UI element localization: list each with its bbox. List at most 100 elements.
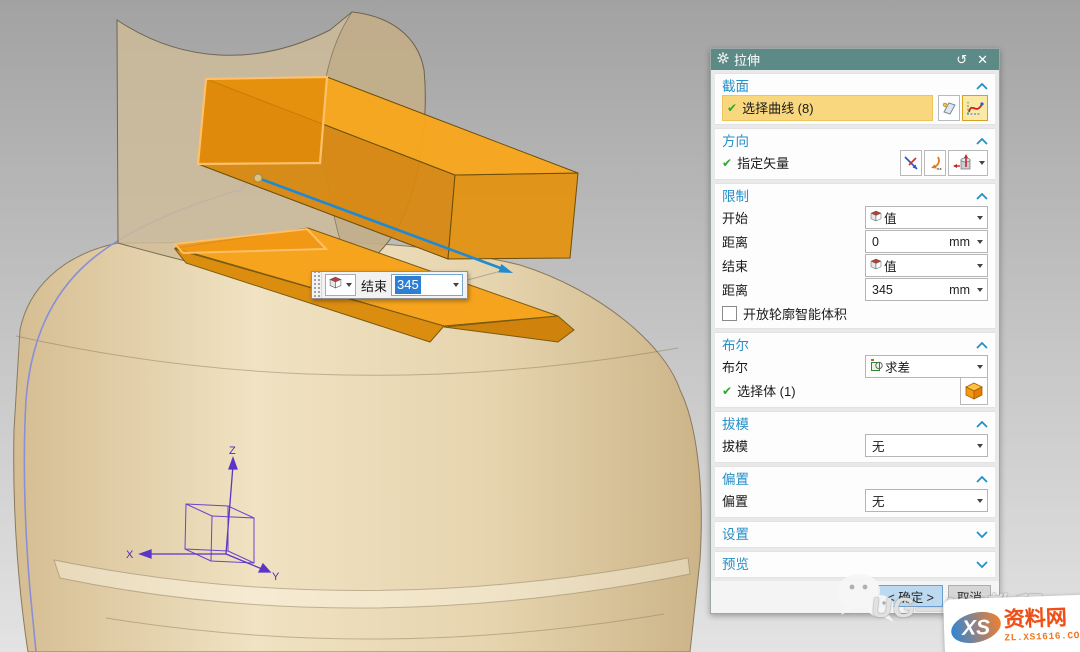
draft-label: 拔模 <box>722 436 865 455</box>
collapse-chevron-up-icon[interactable] <box>976 78 988 93</box>
end-mode-dropdown[interactable]: 值 <box>865 254 988 277</box>
start-mode-value: 值 <box>884 208 897 227</box>
drag-handle[interactable] <box>312 272 322 298</box>
section-group-title: 截面 <box>722 75 976 95</box>
chevron-down-icon <box>977 444 983 448</box>
chevron-down-icon <box>346 283 352 287</box>
offset-mode-dropdown[interactable]: 无 <box>865 489 988 512</box>
chevron-down-icon <box>977 499 983 503</box>
vector-dialog-button[interactable] <box>924 150 946 176</box>
xs-logo-icon: XS <box>947 605 1005 651</box>
axis-label-x: X <box>126 549 134 561</box>
end-distance-field[interactable]: 345 mm <box>865 278 988 301</box>
offset-value: 无 <box>872 491 885 510</box>
open-profile-checkbox[interactable] <box>722 306 737 321</box>
nx-application-window: Z X Y 结束 345 <box>0 0 1080 652</box>
open-profile-label: 开放轮廓智能体积 <box>743 304 847 323</box>
vector-origin-handle[interactable] <box>254 174 262 182</box>
collapse-chevron-down-icon[interactable] <box>976 556 988 571</box>
draft-mode-dropdown[interactable]: 无 <box>865 434 988 457</box>
reset-icon[interactable]: ↺ <box>951 49 972 70</box>
end-distance-label: 距离 <box>722 280 865 299</box>
offset-label: 偏置 <box>722 491 865 510</box>
check-icon: ✔ <box>727 101 737 115</box>
inferred-vector-button[interactable] <box>900 150 922 176</box>
chevron-down-icon <box>979 161 985 165</box>
curve-icon <box>965 98 985 118</box>
start-distance-input[interactable]: 0 mm <box>865 230 988 253</box>
limits-group-title: 限制 <box>722 185 976 205</box>
chevron-down-icon <box>977 216 983 220</box>
site-url: ZL.XS1616.COM <box>1004 631 1080 643</box>
collapse-chevron-up-icon[interactable] <box>976 337 988 352</box>
select-curve-row[interactable]: ✔ 选择曲线 (8) <box>722 95 933 121</box>
curve-select-button[interactable] <box>962 95 988 121</box>
specify-vector-label: 指定矢量 <box>737 153 898 172</box>
cube-value-icon <box>870 210 882 225</box>
end-distance-value: 345 <box>872 283 893 297</box>
section-group: 截面 ✔ 选择曲线 (8) <box>715 73 995 125</box>
float-bar-label: 结束 <box>361 276 387 295</box>
xs-logo-text: XS <box>961 616 991 640</box>
draft-value: 无 <box>872 436 885 455</box>
chevron-down-icon[interactable] <box>977 240 983 244</box>
offset-group-title: 偏置 <box>722 468 976 488</box>
settings-group: 设置 <box>715 521 995 548</box>
end-distance-unit: mm <box>949 283 970 297</box>
start-label: 开始 <box>722 208 865 227</box>
dialog-titlebar[interactable]: 拉伸 ↺ ✕ <box>711 49 999 70</box>
direction-group: 方向 ✔ 指定矢量 <box>715 128 995 180</box>
vector-constructor-icon <box>951 153 975 173</box>
end-distance-input[interactable]: 345 <box>391 274 463 296</box>
select-body-button[interactable] <box>960 377 988 405</box>
extrude-dialog: 拉伸 ↺ ✕ 截面 ✔ 选择曲线 (8) <box>710 48 1000 614</box>
draft-group-title: 拔模 <box>722 413 976 433</box>
collapse-chevron-up-icon[interactable] <box>976 133 988 148</box>
dialog-body: 截面 ✔ 选择曲线 (8) <box>711 70 999 578</box>
collapse-chevron-up-icon[interactable] <box>976 416 988 431</box>
sketch-icon <box>941 100 957 116</box>
direction-group-title: 方向 <box>722 130 976 150</box>
start-distance-unit: mm <box>949 235 970 249</box>
start-distance-label: 距离 <box>722 232 865 251</box>
site-logo-card: XS 资料网 ZL.XS1616.COM <box>943 594 1080 652</box>
subtract-icon <box>870 359 883 375</box>
vector-constructor-button[interactable] <box>948 150 988 176</box>
section-sketch-highlight[interactable] <box>198 77 327 164</box>
orange-cube-icon <box>964 381 984 401</box>
chevron-down-icon <box>977 365 983 369</box>
cube-value-icon <box>329 276 342 294</box>
cube-value-icon <box>870 258 882 273</box>
collapse-chevron-up-icon[interactable] <box>976 471 988 486</box>
boolean-label: 布尔 <box>722 357 865 376</box>
gear-icon <box>717 52 729 67</box>
settings-group-title: 设置 <box>722 523 976 543</box>
boolean-mode-dropdown[interactable]: 求差 <box>865 355 988 378</box>
chevron-down-icon[interactable] <box>453 283 459 287</box>
onscreen-input-bar: 结束 345 <box>311 271 468 299</box>
start-mode-dropdown[interactable]: 值 <box>865 206 988 229</box>
axis-label-z: Z <box>229 445 236 457</box>
collapse-chevron-up-icon[interactable] <box>976 188 988 203</box>
chevron-down-icon[interactable] <box>977 288 983 292</box>
end-mode-value: 值 <box>884 256 897 275</box>
selected-input-text: 345 <box>395 276 421 294</box>
select-curve-label: 选择曲线 (8) <box>742 98 814 117</box>
vector-dialog-icon <box>927 155 943 171</box>
boolean-group: 布尔 布尔 求 <box>715 332 995 408</box>
end-label: 结束 <box>722 256 865 275</box>
boolean-value: 求差 <box>885 357 910 376</box>
select-body-label: 选择体 (1) <box>737 381 958 400</box>
check-icon: ✔ <box>722 384 732 398</box>
collapse-chevron-down-icon[interactable] <box>976 526 988 541</box>
draft-group: 拔模 拔模 无 <box>715 411 995 463</box>
boolean-group-title: 布尔 <box>722 334 976 354</box>
close-icon[interactable]: ✕ <box>972 49 993 70</box>
axis-label-y: Y <box>272 571 280 583</box>
inferred-vector-icon <box>903 155 919 171</box>
start-distance-value: 0 <box>872 235 879 249</box>
sketch-section-button[interactable] <box>938 95 960 121</box>
limit-mode-dropdown[interactable] <box>325 274 356 296</box>
site-name: 资料网 <box>1003 607 1080 631</box>
chevron-down-icon <box>977 264 983 268</box>
